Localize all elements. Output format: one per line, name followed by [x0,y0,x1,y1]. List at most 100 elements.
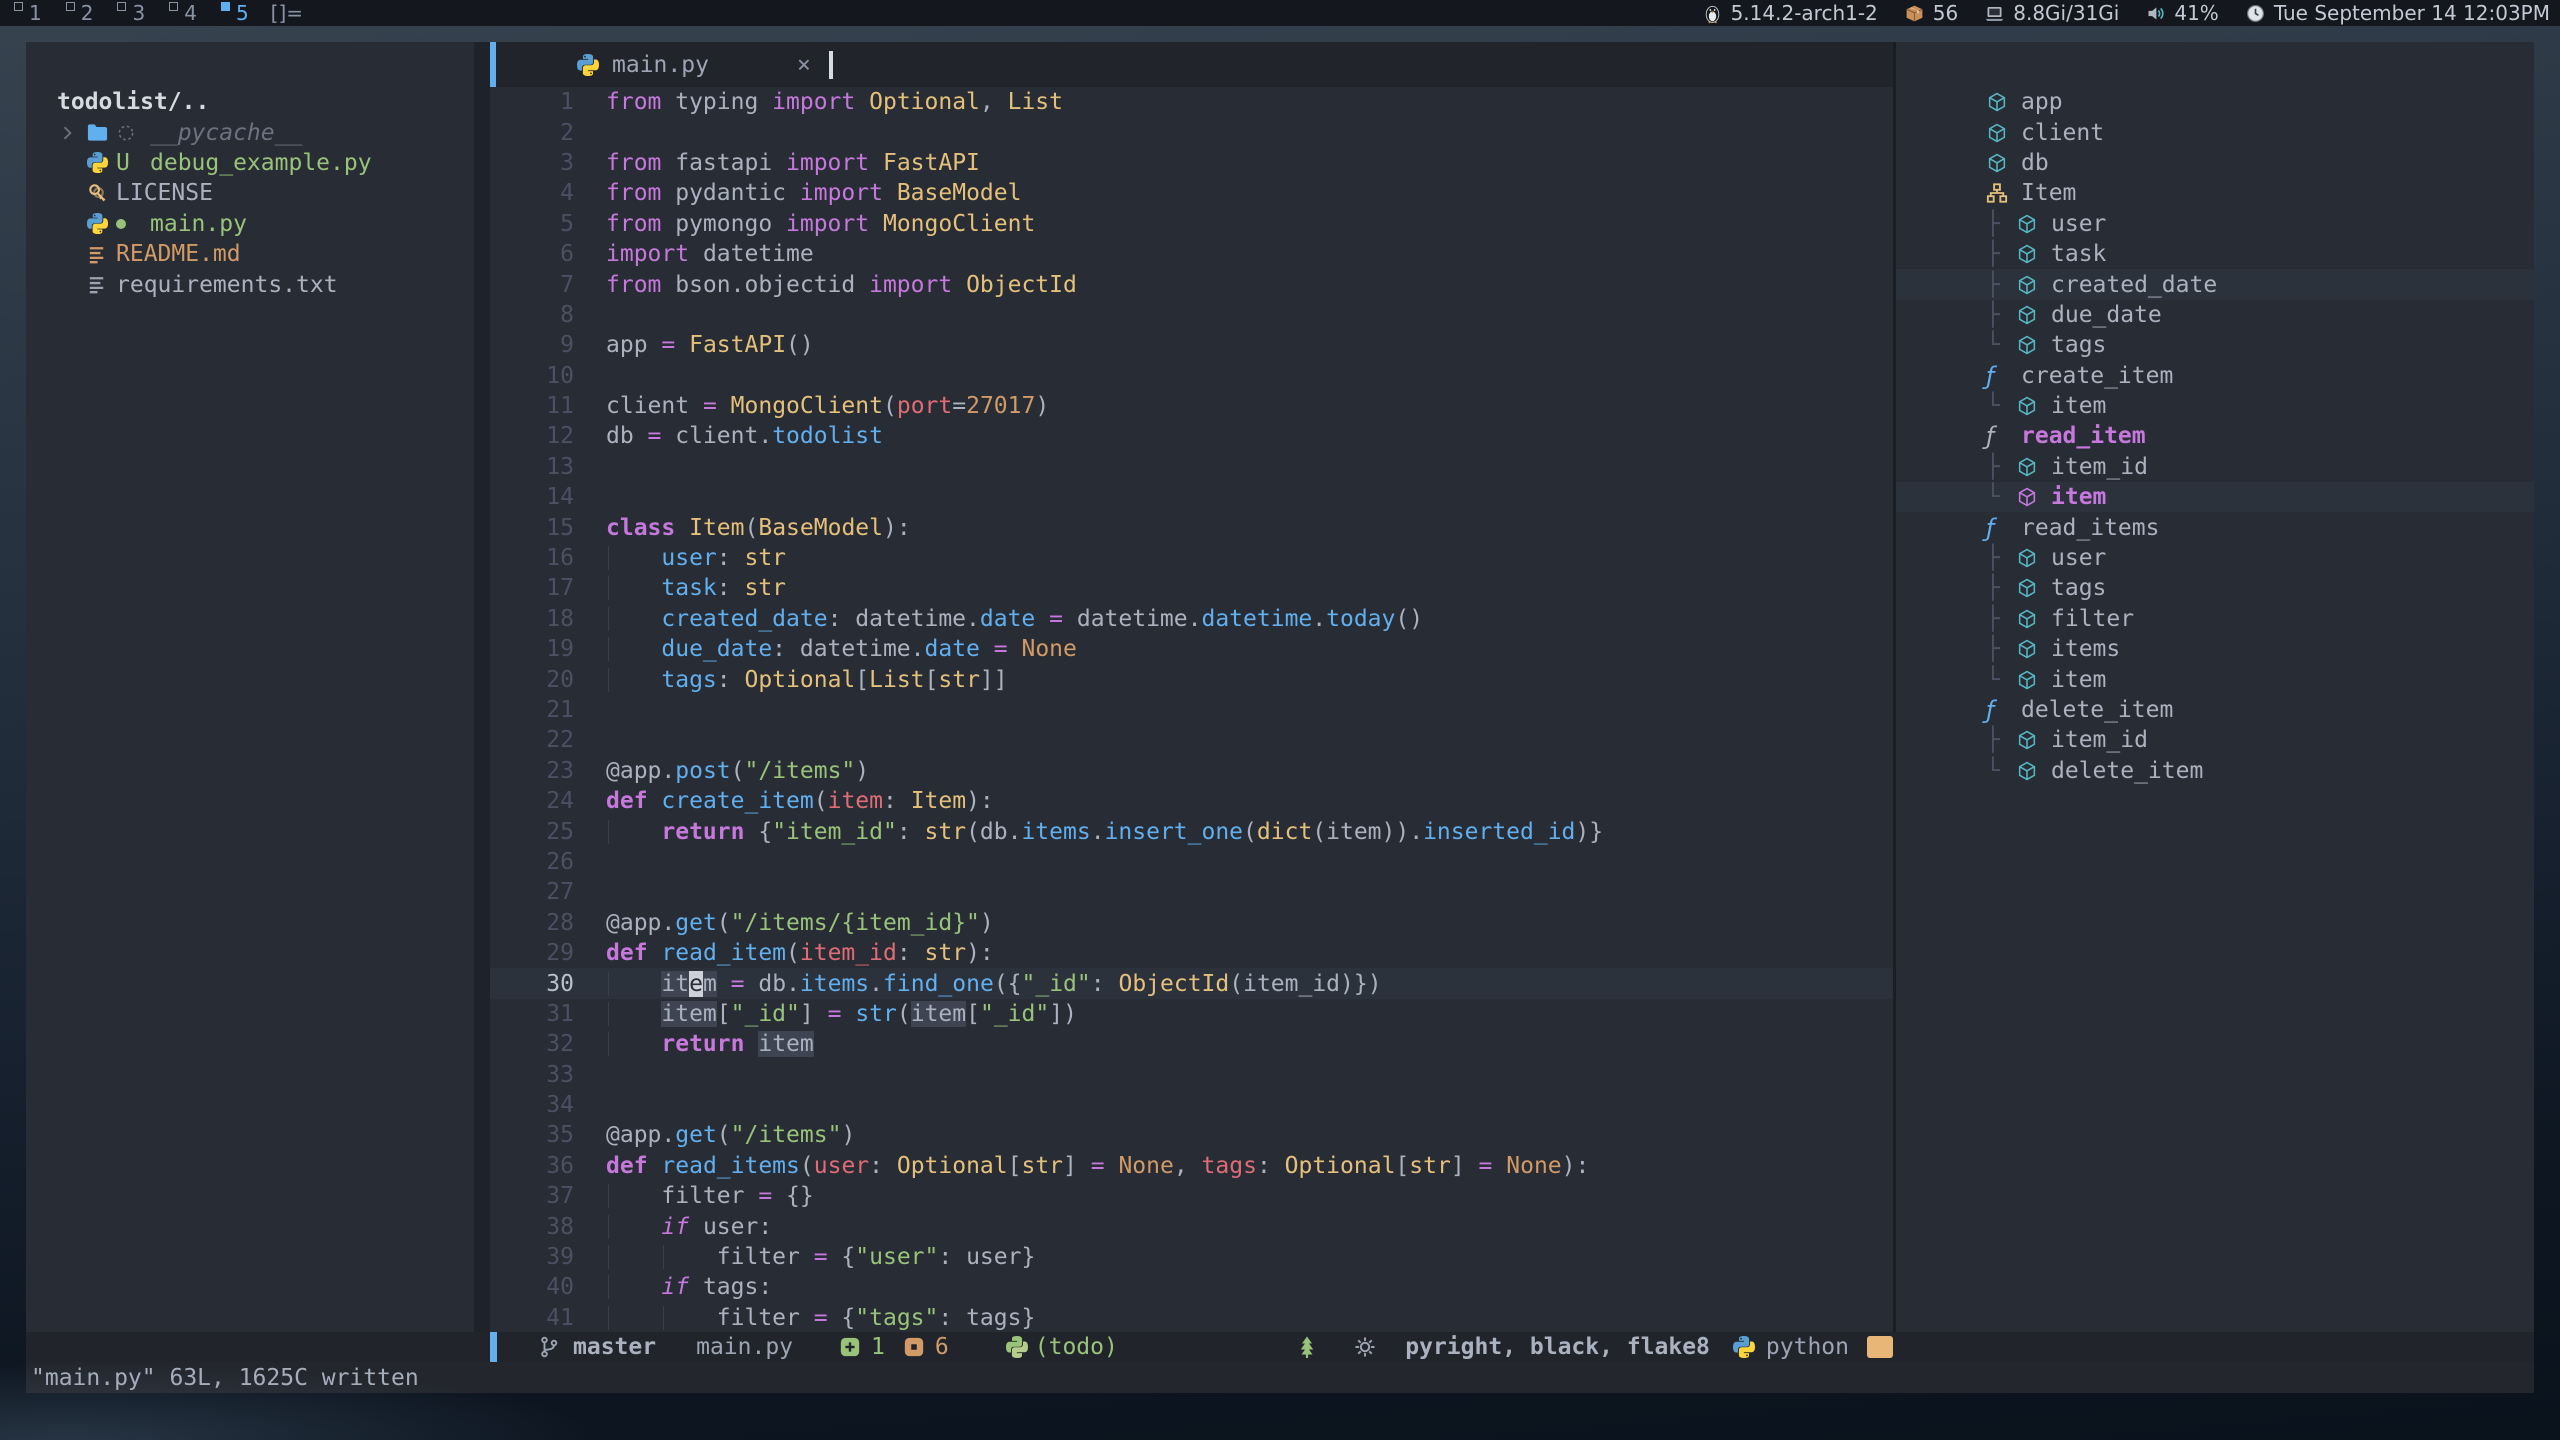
code-line-27[interactable]: 27 [490,877,1893,907]
code-line-3[interactable]: 3from fastapi import FastAPI [490,148,1893,178]
code-line-5[interactable]: 5from pymongo import MongoClient [490,209,1893,239]
code-line-41[interactable]: 41 filter = {"tags": tags} [490,1303,1893,1333]
tree-item-label: __pycache__ [150,120,302,146]
symbol-created_date[interactable]: ├created_date [1896,269,2534,299]
code-line-6[interactable]: 6import datetime [490,239,1893,269]
status-text: 5.14.2-arch1-2 [1731,1,1878,25]
symbol-tags[interactable]: └tags [1896,330,2534,360]
code-line-38[interactable]: 38 if user: [490,1211,1893,1241]
tree-item-license[interactable]: LICENSE [26,178,474,208]
status-text: 56 [1933,1,1958,25]
workspace-button-2[interactable]: 2 [66,1,94,25]
code-line-12[interactable]: 12db = client.todolist [490,421,1893,451]
symbol-delete_item[interactable]: └delete_item [1896,756,2534,786]
penguin-icon [1702,3,1723,24]
symbol-item_id[interactable]: ├item_id [1896,452,2534,482]
code-line-29[interactable]: 29def read_item(item_id: str): [490,938,1893,968]
scroll-position-block [1867,1336,1893,1358]
workspace-button-3[interactable]: 3 [117,1,145,25]
symbol-due_date[interactable]: ├due_date [1896,300,2534,330]
symbol-delete_item[interactable]: ƒdelete_item [1896,695,2534,725]
symbol-task[interactable]: ├task [1896,239,2534,269]
tree-item-debug-example-py[interactable]: Udebug_example.py [26,148,474,178]
code-line-14[interactable]: 14 [490,482,1893,512]
symbol-create_item[interactable]: ƒcreate_item [1896,361,2534,391]
code-line-34[interactable]: 34 [490,1090,1893,1120]
code-line-39[interactable]: 39 filter = {"user": user} [490,1242,1893,1272]
symbol-items[interactable]: ├items [1896,634,2534,664]
symbol-item_id[interactable]: ├item_id [1896,725,2534,755]
symbol-user[interactable]: ├user [1896,209,2534,239]
code-line-26[interactable]: 26 [490,847,1893,877]
code-text: from fastapi import FastAPI [606,150,980,176]
symbol-item[interactable]: └item [1896,664,2534,694]
panel-separator-left[interactable] [474,42,490,1332]
code-line-22[interactable]: 22 [490,725,1893,755]
lsp-servers: pyright, black, flake8 [1405,1334,1710,1360]
tree-item-readme-md[interactable]: README.md [26,239,474,269]
tree-item--pycache-[interactable]: __pycache__ [26,117,474,147]
code-line-21[interactable]: 21 [490,695,1893,725]
file-tree-root[interactable]: todolist/.. [26,87,474,117]
line-number: 2 [490,120,606,146]
code-line-13[interactable]: 13 [490,452,1893,482]
symbol-client[interactable]: client [1896,117,2534,147]
code-line-32[interactable]: 32 return item [490,1029,1893,1059]
tree-item-main-py[interactable]: main.py [26,209,474,239]
code-line-1[interactable]: 1from typing import Optional, List [490,87,1893,117]
symbol-read_items[interactable]: ƒread_items [1896,512,2534,542]
code-line-31[interactable]: 31 item["_id"] = str(item["_id"]) [490,999,1893,1029]
code-text: from pymongo import MongoClient [606,211,1035,237]
code-line-37[interactable]: 37 filter = {} [490,1181,1893,1211]
code-line-8[interactable]: 8 [490,300,1893,330]
workspace-button-1[interactable]: 1 [14,1,42,25]
symbol-item[interactable]: └item [1896,482,2534,512]
code-line-20[interactable]: 20 tags: Optional[List[str]] [490,664,1893,694]
code-line-19[interactable]: 19 due_date: datetime.date = None [490,634,1893,664]
symbol-read_item[interactable]: ƒread_item [1896,421,2534,451]
code-line-35[interactable]: 35@app.get("/items") [490,1120,1893,1150]
symbol-Item[interactable]: Item [1896,178,2534,208]
symbol-item[interactable]: └item [1896,391,2534,421]
symbol-filter[interactable]: ├filter [1896,604,2534,634]
code-line-9[interactable]: 9app = FastAPI() [490,330,1893,360]
workspace-indicator [169,2,178,11]
tree-item-requirements-txt[interactable]: requirements.txt [26,269,474,299]
code-line-30[interactable]: 30 item = db.items.find_one({"_id": Obje… [490,968,1893,998]
code-line-36[interactable]: 36def read_items(user: Optional[str] = N… [490,1151,1893,1181]
tab-close-icon[interactable]: × [797,52,811,78]
tab-main-py[interactable]: main.py × [576,52,811,78]
code-line-23[interactable]: 23@app.post("/items") [490,756,1893,786]
file-explorer-panel: todolist/.. __pycache__Udebug_example.pyL… [26,42,474,1332]
code-line-17[interactable]: 17 task: str [490,573,1893,603]
workspace-button-5[interactable]: 5 [221,1,249,25]
chevron-right-icon[interactable] [57,123,86,143]
code-line-11[interactable]: 11client = MongoClient(port=27017) [490,391,1893,421]
code-line-7[interactable]: 7from bson.objectid import ObjectId [490,269,1893,299]
code-line-2[interactable]: 2 [490,117,1893,147]
code-line-4[interactable]: 4from pydantic import BaseModel [490,178,1893,208]
symbol-label: items [2051,636,2120,662]
workspace-button-4[interactable]: 4 [169,1,197,25]
code-area[interactable]: 1from typing import Optional, List 23from… [490,87,1893,1333]
code-line-10[interactable]: 10 [490,361,1893,391]
code-line-18[interactable]: 18 created_date: datetime.date = datetim… [490,604,1893,634]
symbol-user[interactable]: ├user [1896,543,2534,573]
tree-connector: ├ [1986,545,2016,571]
code-line-25[interactable]: 25 return {"item_id": str(db.items.inser… [490,816,1893,846]
code-line-33[interactable]: 33 [490,1060,1893,1090]
code-line-24[interactable]: 24def create_item(item: Item): [490,786,1893,816]
terminal-window: todolist/.. __pycache__Udebug_example.pyL… [26,42,2534,1393]
code-line-16[interactable]: 16 user: str [490,543,1893,573]
lsp-gear-icon [1353,1335,1377,1359]
symbol-db[interactable]: db [1896,148,2534,178]
symbols-outline-panel: appclientdbItem├user├task├created_date├d… [1896,42,2534,1332]
symbol-app[interactable]: app [1896,87,2534,117]
symbol-tags[interactable]: ├tags [1896,573,2534,603]
code-line-40[interactable]: 40 if tags: [490,1272,1893,1302]
code-line-28[interactable]: 28@app.get("/items/{item_id}") [490,908,1893,938]
code-line-15[interactable]: 15class Item(BaseModel): [490,512,1893,542]
python-env-name: (todo) [1035,1334,1118,1360]
symbol-label: filter [2051,606,2134,632]
write-message: "main.py" 63L, 1625C written [31,1365,419,1391]
